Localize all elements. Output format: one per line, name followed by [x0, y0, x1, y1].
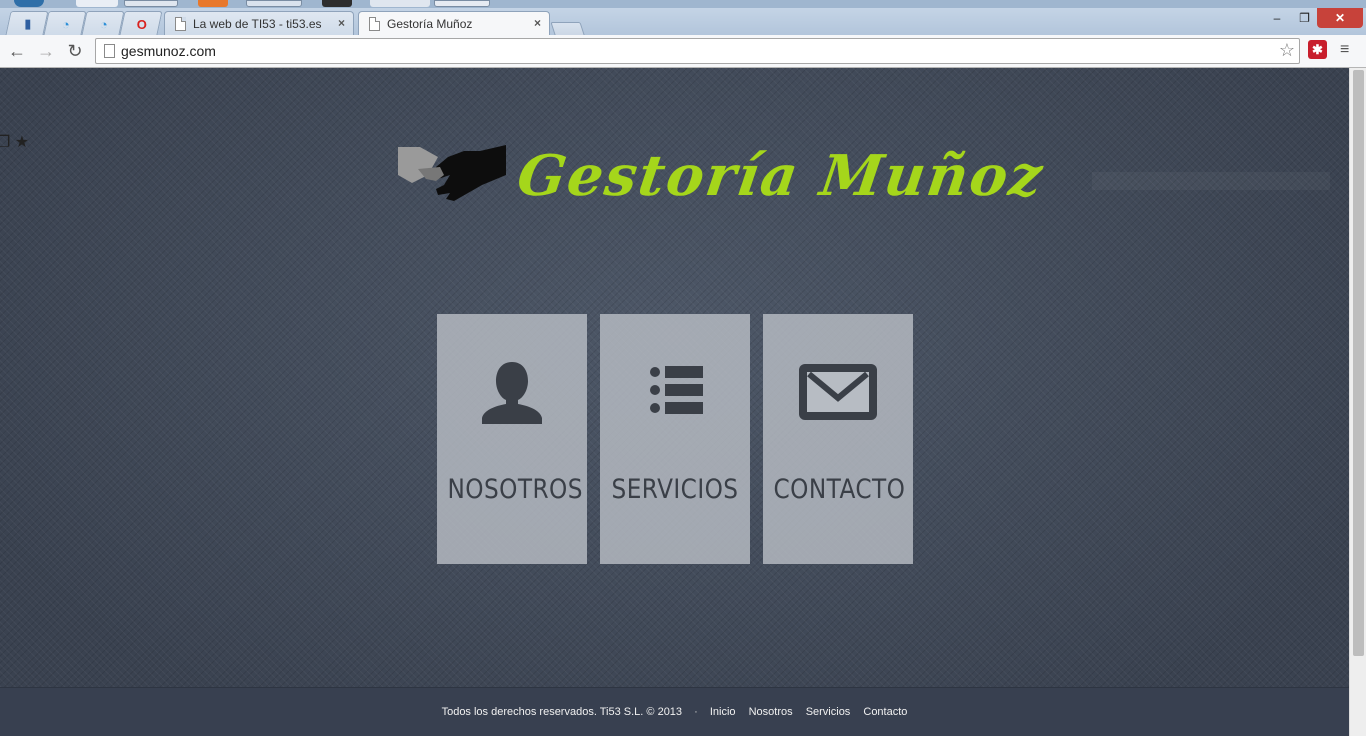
- address-bar[interactable]: gesmunoz.com ☆: [95, 38, 1300, 64]
- taskbar-button[interactable]: [246, 0, 302, 7]
- footer-link-nosotros[interactable]: Nosotros: [749, 706, 793, 718]
- site-logo[interactable]: Gestoría Muñoz: [398, 143, 1048, 228]
- handshake-icon: [398, 145, 506, 201]
- tile-label: CONTACTO: [773, 474, 906, 505]
- brand-name: Gestoría Muñoz: [513, 143, 1048, 209]
- taskbar-button[interactable]: [322, 0, 352, 7]
- app-icon: ◔: [61, 16, 70, 32]
- tab-title: Gestoría Muñoz: [387, 17, 473, 31]
- taskbar-button[interactable]: [434, 0, 490, 7]
- faint-bar: [1092, 172, 1330, 190]
- taskbar-button[interactable]: [370, 0, 430, 7]
- forward-button[interactable]: →: [34, 39, 58, 63]
- page-icon: [104, 44, 115, 58]
- tab-gestoria[interactable]: Gestoría Muñoz ×: [358, 11, 550, 36]
- url-text[interactable]: gesmunoz.com: [121, 43, 216, 59]
- footer-link-servicios[interactable]: Servicios: [806, 706, 851, 718]
- tile-servicios[interactable]: SERVICIOS: [600, 314, 750, 564]
- tile-nosotros[interactable]: NOSOTROS: [437, 314, 587, 564]
- pinned-tab[interactable]: ▮: [5, 11, 49, 35]
- menu-icon[interactable]: ≡: [1340, 41, 1349, 59]
- footer-separator: ·: [694, 706, 698, 718]
- tab-close-button[interactable]: ×: [534, 16, 541, 30]
- tile-label: NOSOTROS: [447, 474, 583, 505]
- taskbar-button[interactable]: [124, 0, 178, 7]
- page-scrollbar[interactable]: [1349, 68, 1366, 736]
- pinned-tab[interactable]: ◔: [81, 11, 125, 35]
- pinned-tab[interactable]: ◔: [43, 11, 87, 35]
- taskbar-button[interactable]: [76, 0, 118, 7]
- footer-link-contacto[interactable]: Contacto: [863, 706, 907, 718]
- maximize-button[interactable]: ❐: [1292, 8, 1317, 28]
- page-icon: [175, 17, 186, 31]
- user-icon: [482, 362, 542, 424]
- main-menu-tiles: NOSOTROS SERVICIOS CONTACTO: [437, 314, 913, 564]
- tile-label: SERVICIOS: [611, 474, 739, 505]
- opera-icon: O: [136, 16, 147, 32]
- site-footer: Todos los derechos reservados. Ti53 S.L.…: [0, 687, 1349, 736]
- os-taskbar: [0, 0, 1366, 8]
- extension-button[interactable]: ✱: [1308, 40, 1327, 59]
- minimize-button[interactable]: ‒: [1262, 8, 1292, 28]
- edge-icons: ❐ ★: [0, 134, 30, 151]
- taskbar-button[interactable]: [198, 0, 228, 7]
- app-icon: ◔: [99, 16, 108, 32]
- footer-copyright: Todos los derechos reservados. Ti53 S.L.…: [441, 706, 683, 718]
- page-viewport: ❐ ★ Gestoría Muñoz NOSOTROS SERVICIOS CO…: [0, 68, 1349, 736]
- tab-close-button[interactable]: ×: [338, 16, 345, 30]
- list-icon: [650, 366, 703, 414]
- window-close-button[interactable]: ✕: [1317, 8, 1363, 28]
- bookmark-star-icon[interactable]: ☆: [1279, 40, 1295, 61]
- browser-toolbar: ← → ↻ gesmunoz.com ☆ ✱ ≡: [0, 35, 1366, 68]
- envelope-icon: [799, 364, 877, 420]
- back-button[interactable]: ←: [5, 39, 29, 63]
- tile-contacto[interactable]: CONTACTO: [763, 314, 913, 564]
- pinned-tab[interactable]: O: [119, 11, 163, 35]
- tab-strip: ▮ ◔ ◔ O La web de TI53 - ti53.es × Gesto…: [0, 8, 1366, 38]
- tab-title: La web de TI53 - ti53.es: [193, 17, 322, 31]
- taskbar-button[interactable]: [14, 0, 44, 7]
- scrollbar-thumb[interactable]: [1353, 70, 1364, 656]
- bookmark-icon: ▮: [24, 16, 32, 31]
- footer-link-inicio[interactable]: Inicio: [710, 706, 736, 718]
- tab-ti53[interactable]: La web de TI53 - ti53.es ×: [164, 11, 354, 35]
- reload-button[interactable]: ↻: [63, 39, 87, 63]
- page-icon: [369, 17, 380, 31]
